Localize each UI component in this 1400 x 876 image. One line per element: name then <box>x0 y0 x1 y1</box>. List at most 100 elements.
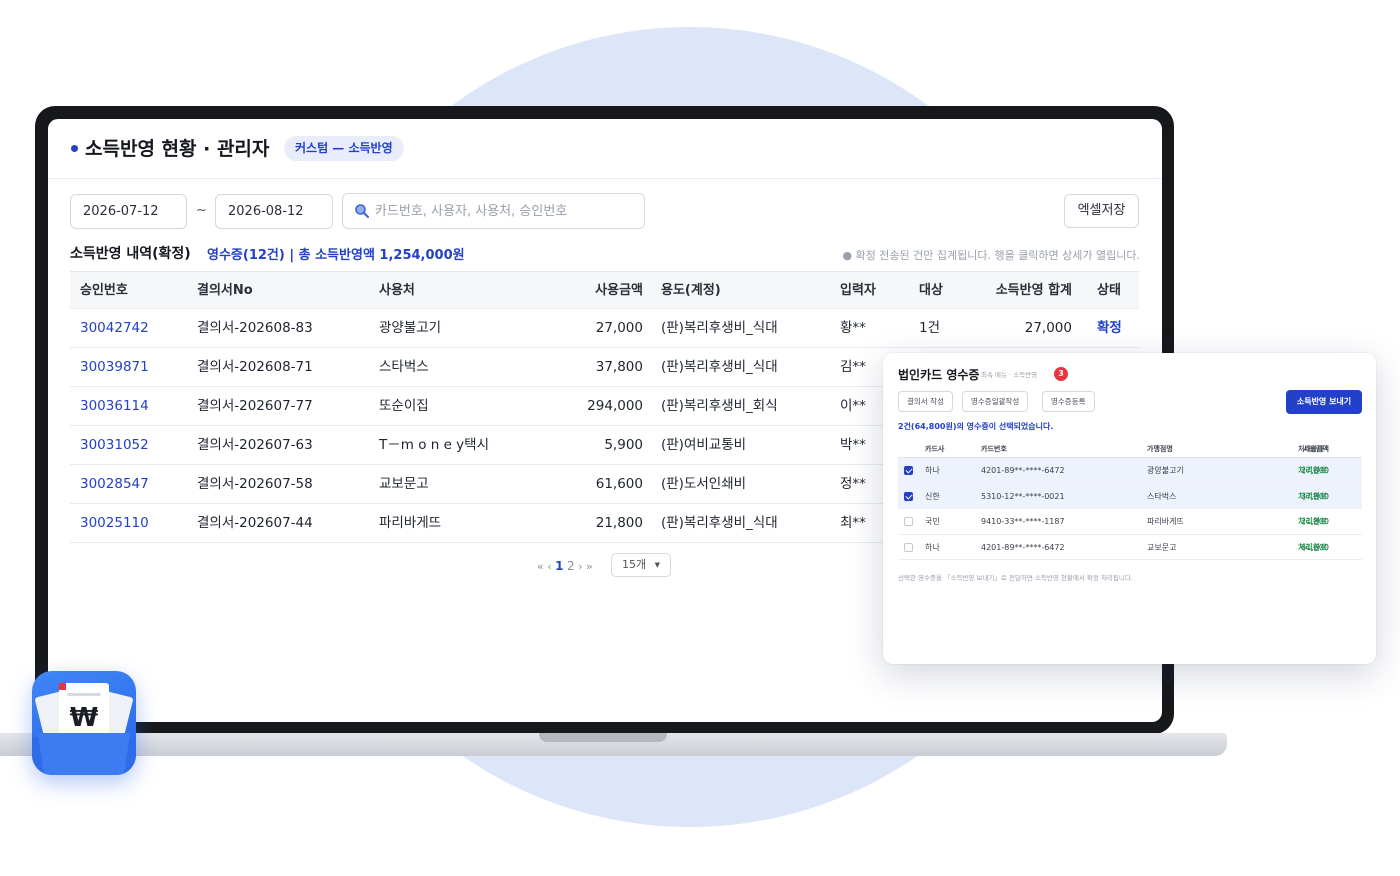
page-title: 소득반영 현황 · 관리자 <box>85 138 270 160</box>
receipt-row[interactable]: 국민 9410-33**-****-1187 파리바게뜨 21,800 처리완료 <box>898 509 1362 535</box>
date-separator: ~ <box>196 203 207 218</box>
col-income-total[interactable]: 소득반영 합계 <box>996 272 1072 310</box>
cell-target: 1건 <box>919 320 941 336</box>
table-row[interactable]: 30042742 결의서-202608-83 광양불고기 27,000 (판)복리후생비… <box>70 309 1139 348</box>
date-from-input[interactable]: 2026-07-12 <box>70 194 187 229</box>
cell-process-status: 처리완료 <box>1298 491 1328 501</box>
receipt-row[interactable]: 하나 4201-89**-****-6472 광양불고기 27,000 처리완료 <box>898 458 1362 484</box>
cell-card-number: 9410-33**-****-1187 <box>981 517 1065 526</box>
tab-receipt-register[interactable]: 영수증등록 <box>1042 391 1095 412</box>
caret-down-icon: ▼ <box>654 561 660 569</box>
col-process-status: 처리상태 <box>1298 445 1324 453</box>
cell-card-company: 신한 <box>925 491 940 501</box>
page-size-select[interactable]: 15개 ▼ <box>611 553 671 577</box>
page-1-link[interactable]: 1 <box>555 559 563 573</box>
cell-card-number: 4201-89**-****-6472 <box>981 466 1065 475</box>
cell-approval-no[interactable]: 30028547 <box>80 465 149 503</box>
row-checkbox[interactable] <box>904 491 913 501</box>
pagination: « ‹ 1 2 › » <box>537 559 593 573</box>
receipt-body: 하나 4201-89**-****-6472 광양불고기 27,000 처리완료 신한 53… <box>898 458 1362 560</box>
receipt-header-row: 카드사 카드번호 가맹점명 사용금액 처리상태 <box>898 440 1362 458</box>
col-amount[interactable]: 사용금액 <box>595 272 643 310</box>
custom-badge: 커스텀 — 소득반영 <box>284 136 404 161</box>
cell-document-no: 결의서-202607-63 <box>197 437 313 453</box>
col-target[interactable]: 대상 <box>919 272 943 310</box>
excel-save-button[interactable]: 엑셀저장 <box>1064 194 1139 228</box>
cell-document-no: 결의서-202607-44 <box>197 515 313 531</box>
search-box[interactable] <box>342 193 645 229</box>
cell-document-no: 결의서-202608-71 <box>197 359 313 375</box>
receipt-won-icon: ₩ <box>32 671 136 775</box>
cell-card-company: 하나 <box>925 542 940 552</box>
next-page-button[interactable]: › » <box>578 560 593 573</box>
cell-merchant: 스타벅스 <box>379 359 429 375</box>
cell-approval-no[interactable]: 30042742 <box>80 309 149 347</box>
cell-entered-by: 김** <box>840 359 866 375</box>
cell-document-no: 결의서-202608-83 <box>197 320 313 336</box>
row-checkbox[interactable] <box>904 542 913 552</box>
col-status[interactable]: 상태 <box>1097 272 1121 310</box>
cell-usage-account: (판)복리후생비_식대 <box>661 359 778 375</box>
receipt-table: 카드사 카드번호 가맹점명 사용금액 처리상태 하나 4201-89**-****… <box>898 440 1362 560</box>
page-size-value: 15개 <box>622 558 647 571</box>
summary-title: 소득반영 내역(확정) <box>70 246 191 262</box>
cell-amount: 61,600 <box>595 476 643 492</box>
cell-usage-account: (판)복리후생비_식대 <box>661 515 778 531</box>
cell-income-total: 27,000 <box>1024 320 1072 336</box>
laptop-notch <box>539 733 667 742</box>
won-symbol: ₩ <box>70 703 99 733</box>
cell-approval-no[interactable]: 30036114 <box>80 387 149 425</box>
receipt-row[interactable]: 신한 5310-12**-****-0021 스타벅스 37,800 처리완료 <box>898 483 1362 509</box>
cell-amount: 21,800 <box>595 515 643 531</box>
cell-entered-by: 황** <box>840 320 866 336</box>
page-2-link[interactable]: 2 <box>567 559 575 573</box>
date-to-input[interactable]: 2026-08-12 <box>215 194 333 229</box>
popup-title: 법인카드 영수증 <box>898 368 980 382</box>
summary-note: ● 확정 전송된 건만 집계됩니다. 행을 클릭하면 상세가 열립니다. <box>842 249 1140 262</box>
cell-merchant: 파리바게뜨 <box>379 515 442 531</box>
summary-info: 영수증(12건) | 총 소득반영액 1,254,000원 <box>207 248 465 263</box>
cell-approval-no[interactable]: 30039871 <box>80 348 149 386</box>
cell-merchant: 교보문고 <box>379 476 429 492</box>
cell-amount: 37,800 <box>595 359 643 375</box>
row-checkbox[interactable] <box>904 466 913 475</box>
cell-status: 확정 <box>1097 320 1122 336</box>
corporate-card-popup: 법인카드 영수증 최속 메뉴 · 소득반영 3 결의서 작성 영수증일괄작성 영… <box>883 353 1376 664</box>
col-merchant[interactable]: 사용처 <box>379 272 415 310</box>
receipt-stack-icon: ₩ <box>32 683 136 775</box>
row-checkbox[interactable] <box>904 517 913 526</box>
selection-info: 2건(64,800원)의 영수증이 선택되었습니다. <box>898 422 1054 431</box>
page-header: 소득반영 현황 · 관리자 커스텀 — 소득반영 <box>48 119 1162 179</box>
cell-process-status: 처리완료 <box>1298 466 1328 475</box>
cell-process-status: 처리완료 <box>1298 542 1328 552</box>
col-approval-no[interactable]: 승인번호 <box>80 272 128 310</box>
cell-amount: 294,000 <box>587 398 643 414</box>
col-document-no[interactable]: 결의서No <box>197 272 253 310</box>
cell-merchant-name: 교보문고 <box>1147 542 1177 552</box>
cell-usage-account: (판)여비교통비 <box>661 437 747 453</box>
cell-merchant-name: 파리바게뜨 <box>1147 517 1184 526</box>
cell-card-number: 4201-89**-****-6472 <box>981 542 1065 552</box>
prev-page-button[interactable]: « ‹ <box>537 560 552 573</box>
cell-amount: 5,900 <box>604 437 643 453</box>
cell-card-company: 국민 <box>925 517 940 526</box>
search-input[interactable] <box>375 200 637 222</box>
cell-amount: 27,000 <box>595 320 643 336</box>
cell-document-no: 결의서-202607-58 <box>197 476 313 492</box>
cell-usage-account: (판)복리후생비_회식 <box>661 398 778 414</box>
col-entered-by[interactable]: 입력자 <box>840 272 876 310</box>
col-usage-account[interactable]: 용도(계정) <box>661 272 721 310</box>
stage: 소득반영 현황 · 관리자 커스텀 — 소득반영 2026-07-12 ~ 20… <box>0 0 1400 876</box>
send-income-button[interactable]: 소득반영 보내기 <box>1286 390 1362 414</box>
cell-approval-no[interactable]: 30031052 <box>80 426 149 464</box>
cell-merchant-name: 광양불고기 <box>1147 466 1184 475</box>
popup-note: 선택한 영수증을 「소득반영 보내기」로 전달하면 소득반영 현황에서 확정 처… <box>898 574 1133 582</box>
cell-merchant-name: 스타벅스 <box>1147 491 1177 501</box>
cell-approval-no[interactable]: 30025110 <box>80 504 149 542</box>
receipt-row[interactable]: 하나 4201-89**-****-6472 교보문고 61,600 처리완료 <box>898 535 1362 560</box>
table-header-row: 승인번호 결의서No 사용처 사용금액 용도(계정) 입력자 대상 소득반영 합… <box>70 271 1139 309</box>
tab-receipt-batch[interactable]: 영수증일괄작성 <box>962 391 1029 412</box>
cell-entered-by: 정** <box>840 476 866 492</box>
tab-write-document[interactable]: 결의서 작성 <box>898 391 953 412</box>
cell-card-number: 5310-12**-****-0021 <box>981 491 1065 501</box>
